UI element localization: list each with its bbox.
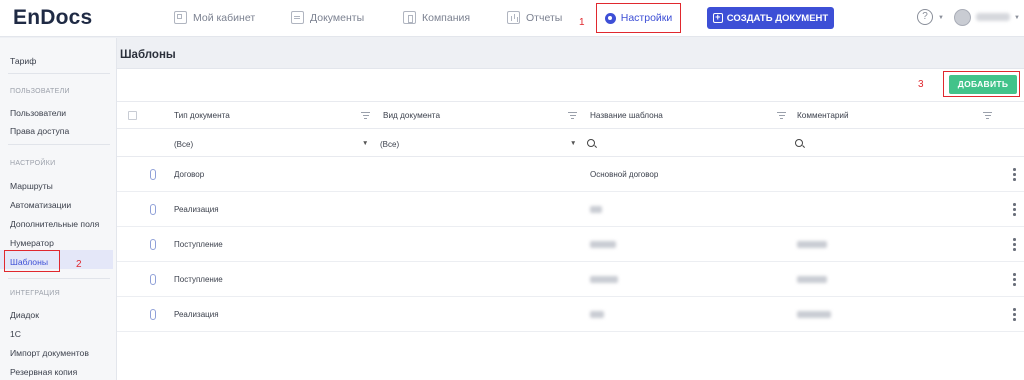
building-icon <box>403 11 416 24</box>
column-menu-icon[interactable] <box>983 112 992 119</box>
sidebar-item-routes[interactable]: Маршруты <box>10 181 53 191</box>
user-name-redacted[interactable] <box>976 13 1010 21</box>
more-options-icon[interactable] <box>1013 308 1016 321</box>
redacted-comment <box>797 311 831 318</box>
sidebar-item-diadoc[interactable]: Диадок <box>10 310 39 320</box>
sidebar-item-import[interactable]: Импорт документов <box>10 348 89 358</box>
redacted-comment <box>797 276 827 283</box>
nav-reports[interactable]: Отчеты <box>507 11 562 24</box>
doc-kind-filter-select[interactable]: (Все) <box>380 140 399 149</box>
divider <box>8 144 110 145</box>
column-menu-icon[interactable] <box>568 112 577 119</box>
grid-icon <box>174 11 187 24</box>
redacted-template-name <box>590 241 616 248</box>
redacted-template-name <box>590 276 618 283</box>
plus-icon: + <box>712 13 723 23</box>
chevron-down-icon[interactable]: ▼ <box>938 15 944 21</box>
nav-my-cabinet-label: Мой кабинет <box>193 11 256 24</box>
cell-doc-type: Реализация <box>174 205 219 214</box>
create-document-label: СОЗДАТЬ ДОКУМЕНТ <box>726 12 829 24</box>
redacted-comment <box>797 241 827 248</box>
sidebar-item-tariff[interactable]: Тариф <box>10 56 36 66</box>
table-row[interactable]: Поступление <box>117 262 1024 297</box>
chevron-down-icon[interactable]: ▼ <box>1014 15 1020 21</box>
sidebar-item-numerator[interactable]: Нумератор <box>10 238 54 248</box>
sidebar-item-automations[interactable]: Автоматизации <box>10 200 71 210</box>
paperclip-icon <box>150 309 156 320</box>
sidebar-item-backup[interactable]: Резервная копия <box>10 367 77 377</box>
nav-documents[interactable]: Документы <box>291 11 364 24</box>
redacted-template-name <box>590 206 602 213</box>
chevron-down-icon[interactable]: ▼ <box>362 140 368 147</box>
gear-icon <box>604 12 616 24</box>
table-row[interactable]: Реализация <box>117 297 1024 332</box>
chevron-down-icon[interactable]: ▼ <box>570 140 576 147</box>
sidebar-item-extra-fields[interactable]: Дополнительные поля <box>10 219 99 229</box>
add-template-button[interactable]: ДОБАВИТЬ <box>949 75 1017 94</box>
cell-doc-type: Поступление <box>174 275 223 284</box>
page-title: Шаблоны <box>120 49 176 61</box>
more-options-icon[interactable] <box>1013 168 1016 181</box>
table-row[interactable]: Договор Основной договор <box>117 157 1024 192</box>
table-row[interactable]: Реализация <box>117 192 1024 227</box>
column-header-doc-kind[interactable]: Вид документа <box>383 111 440 120</box>
column-menu-icon[interactable] <box>361 112 370 119</box>
document-icon <box>291 11 304 24</box>
divider <box>8 278 110 279</box>
app-logo[interactable]: EnDocs <box>13 6 92 30</box>
sidebar-item-access-rights[interactable]: Права доступа <box>10 126 69 136</box>
sidebar-section-integration: ИНТЕГРАЦИЯ <box>10 290 60 297</box>
column-header-comment[interactable]: Комментарий <box>797 111 849 120</box>
cell-template-name: Основной договор <box>590 170 659 179</box>
create-document-button[interactable]: + СОЗДАТЬ ДОКУМЕНТ <box>707 7 834 29</box>
doc-type-filter-select[interactable]: (Все) <box>174 140 193 149</box>
top-bar: EnDocs Мой кабинет Документы Компания От… <box>0 0 1024 37</box>
cell-doc-type: Договор <box>174 170 205 179</box>
nav-company-label: Компания <box>422 11 471 24</box>
nav-reports-label: Отчеты <box>526 11 563 24</box>
paperclip-icon <box>150 239 156 250</box>
divider <box>8 73 110 74</box>
annotation-3: 3 <box>918 79 924 90</box>
annotation-1: 1 <box>579 17 585 28</box>
sidebar-section-users: ПОЛЬЗОВАТЕЛИ <box>10 88 70 95</box>
chart-icon <box>507 11 520 24</box>
help-icon[interactable]: ? <box>917 9 933 25</box>
nav-documents-label: Документы <box>310 11 365 24</box>
more-options-icon[interactable] <box>1013 273 1016 286</box>
nav-settings-label: Настройки <box>620 12 673 24</box>
paperclip-icon <box>150 274 156 285</box>
cell-doc-type: Реализация <box>174 310 219 319</box>
annotation-box-2 <box>4 250 60 272</box>
column-header-template-name[interactable]: Название шаблона <box>590 111 663 120</box>
nav-company[interactable]: Компания <box>403 11 470 24</box>
column-header-doc-type[interactable]: Тип документа <box>174 111 230 120</box>
paperclip-icon <box>150 169 156 180</box>
sidebar-item-users[interactable]: Пользователи <box>10 108 66 118</box>
more-options-icon[interactable] <box>1013 238 1016 251</box>
annotation-2: 2 <box>76 259 82 270</box>
cell-doc-type: Поступление <box>174 240 223 249</box>
sidebar-section-settings: НАСТРОЙКИ <box>10 160 56 167</box>
redacted-template-name <box>590 311 604 318</box>
paperclip-icon <box>150 204 156 215</box>
nav-my-cabinet[interactable]: Мой кабинет <box>174 11 255 24</box>
more-options-icon[interactable] <box>1013 203 1016 216</box>
avatar[interactable] <box>954 9 971 26</box>
sidebar-item-1c[interactable]: 1С <box>10 329 21 339</box>
nav-settings[interactable]: Настройки <box>596 3 681 33</box>
search-icon[interactable] <box>795 139 803 147</box>
column-menu-icon[interactable] <box>777 112 786 119</box>
search-icon[interactable] <box>587 139 595 147</box>
select-all-checkbox[interactable] <box>128 111 137 120</box>
table-row[interactable]: Поступление <box>117 227 1024 262</box>
